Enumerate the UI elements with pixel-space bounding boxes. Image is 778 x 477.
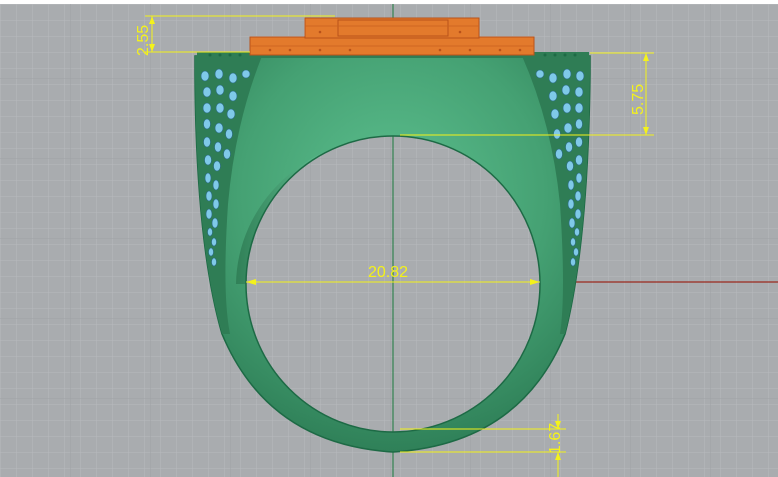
front-viewport[interactable]: 2.55 5.75 20.82 1.67: [0, 4, 778, 477]
dimension-label-diameter: 20.82: [368, 264, 408, 281]
viewport-canvas[interactable]: 2.55 5.75 20.82 1.67: [0, 4, 778, 477]
setting-top: [304, 17, 480, 39]
dimension-label-top-setting: 2.55: [135, 25, 152, 56]
dimension-label-shoulder: 5.75: [630, 84, 647, 115]
dimension-label-shank: 1.67: [547, 423, 564, 454]
ring-model[interactable]: [194, 17, 591, 453]
